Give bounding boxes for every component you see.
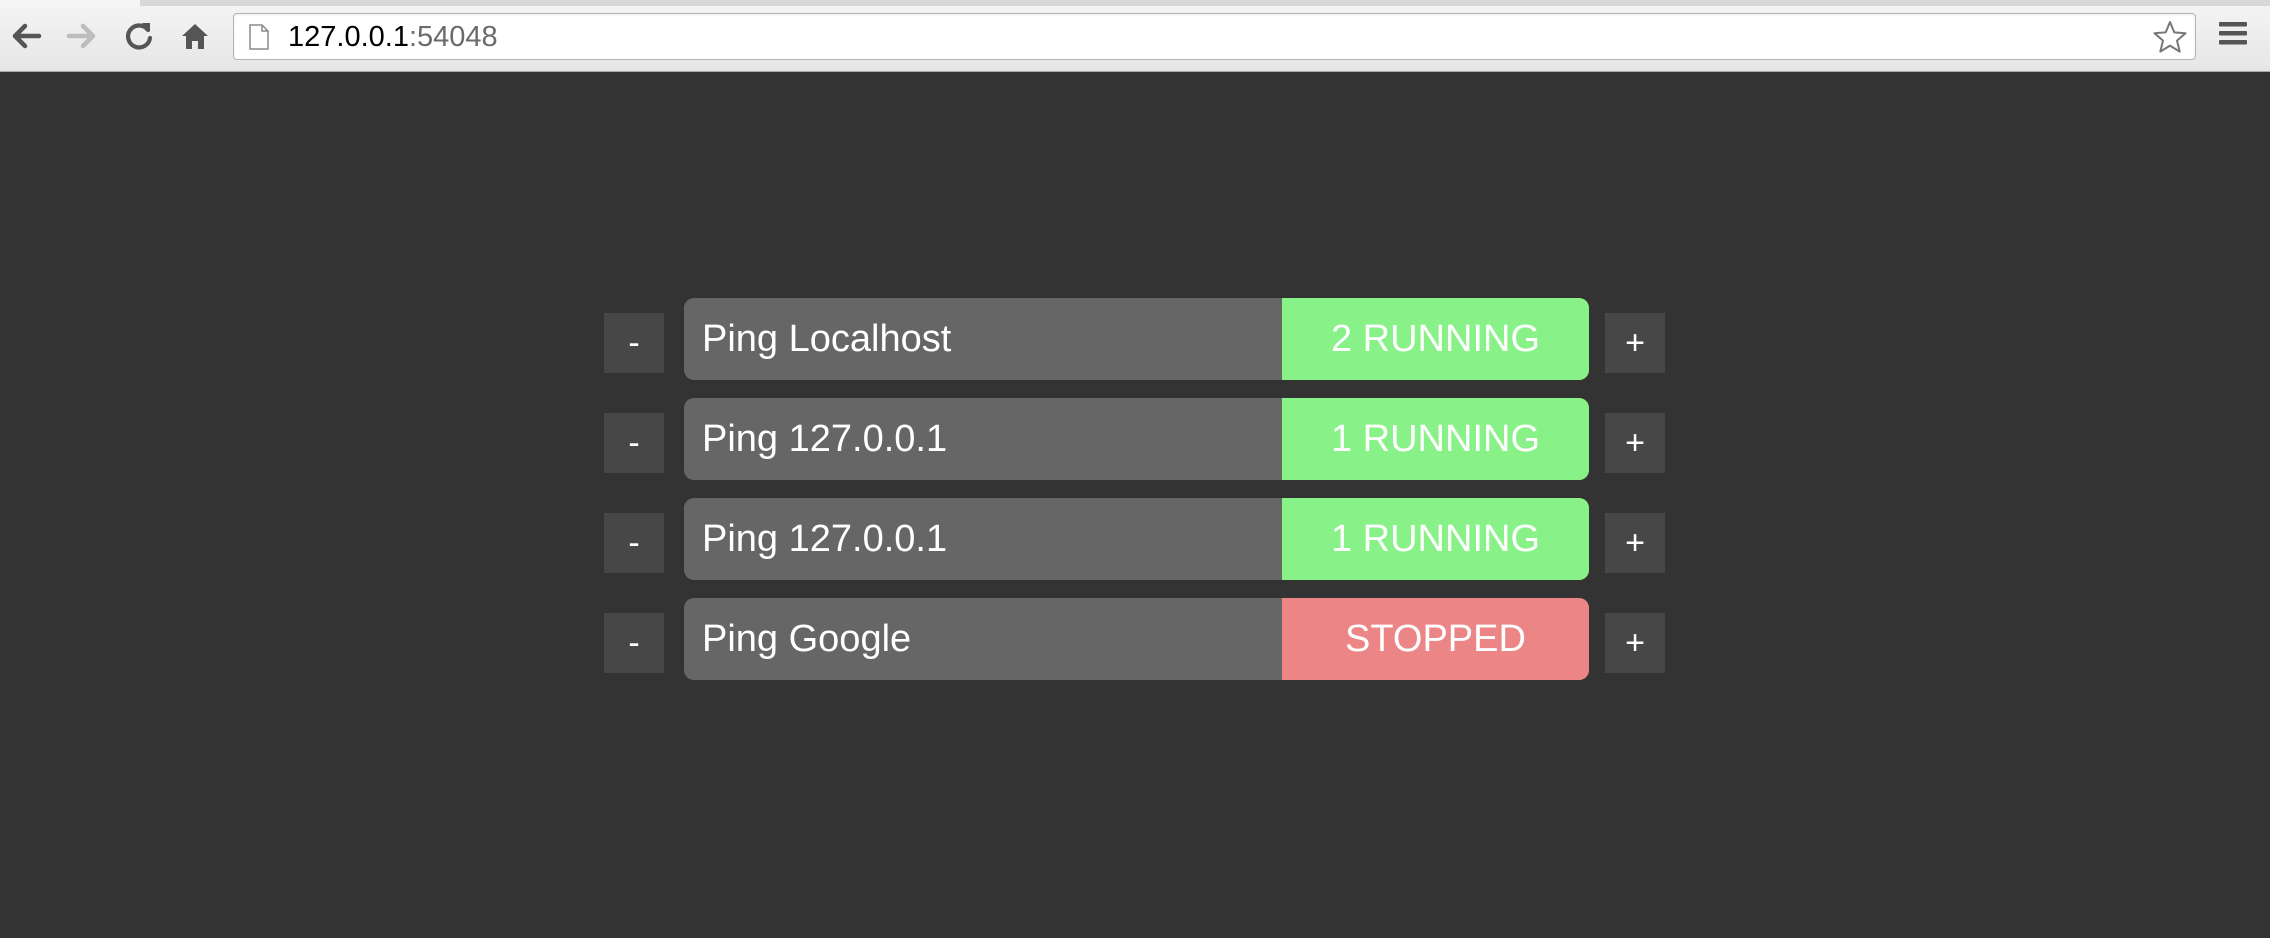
decrement-button[interactable]: -	[604, 313, 664, 373]
process-list: - Ping Localhost 2 RUNNING + - Ping 127.…	[0, 0, 2270, 938]
process-row: - Ping 127.0.0.1 1 RUNNING +	[604, 398, 1665, 480]
process-name: Ping Localhost	[702, 318, 952, 360]
decrement-button[interactable]: -	[604, 413, 664, 473]
process-name: Ping Google	[702, 618, 912, 660]
process-row: - Ping Localhost 2 RUNNING +	[604, 298, 1665, 380]
decrement-button[interactable]: -	[604, 513, 664, 573]
process-pill: Ping Google STOPPED	[684, 598, 1589, 680]
increment-button[interactable]: +	[1605, 513, 1665, 573]
process-row: - Ping Google STOPPED +	[604, 598, 1665, 680]
process-status-badge[interactable]: 2 RUNNING	[1282, 298, 1589, 380]
process-pill: Ping 127.0.0.1 1 RUNNING	[684, 398, 1589, 480]
process-pill: Ping 127.0.0.1 1 RUNNING	[684, 498, 1589, 580]
process-pill: Ping Localhost 2 RUNNING	[684, 298, 1589, 380]
increment-button[interactable]: +	[1605, 413, 1665, 473]
process-status-badge[interactable]: 1 RUNNING	[1282, 398, 1589, 480]
decrement-button[interactable]: -	[604, 613, 664, 673]
process-status-badge[interactable]: 1 RUNNING	[1282, 498, 1589, 580]
increment-button[interactable]: +	[1605, 613, 1665, 673]
process-name: Ping 127.0.0.1	[702, 418, 948, 460]
process-row: - Ping 127.0.0.1 1 RUNNING +	[604, 498, 1665, 580]
process-status-badge[interactable]: STOPPED	[1282, 598, 1589, 680]
increment-button[interactable]: +	[1605, 313, 1665, 373]
process-name: Ping 127.0.0.1	[702, 518, 948, 560]
